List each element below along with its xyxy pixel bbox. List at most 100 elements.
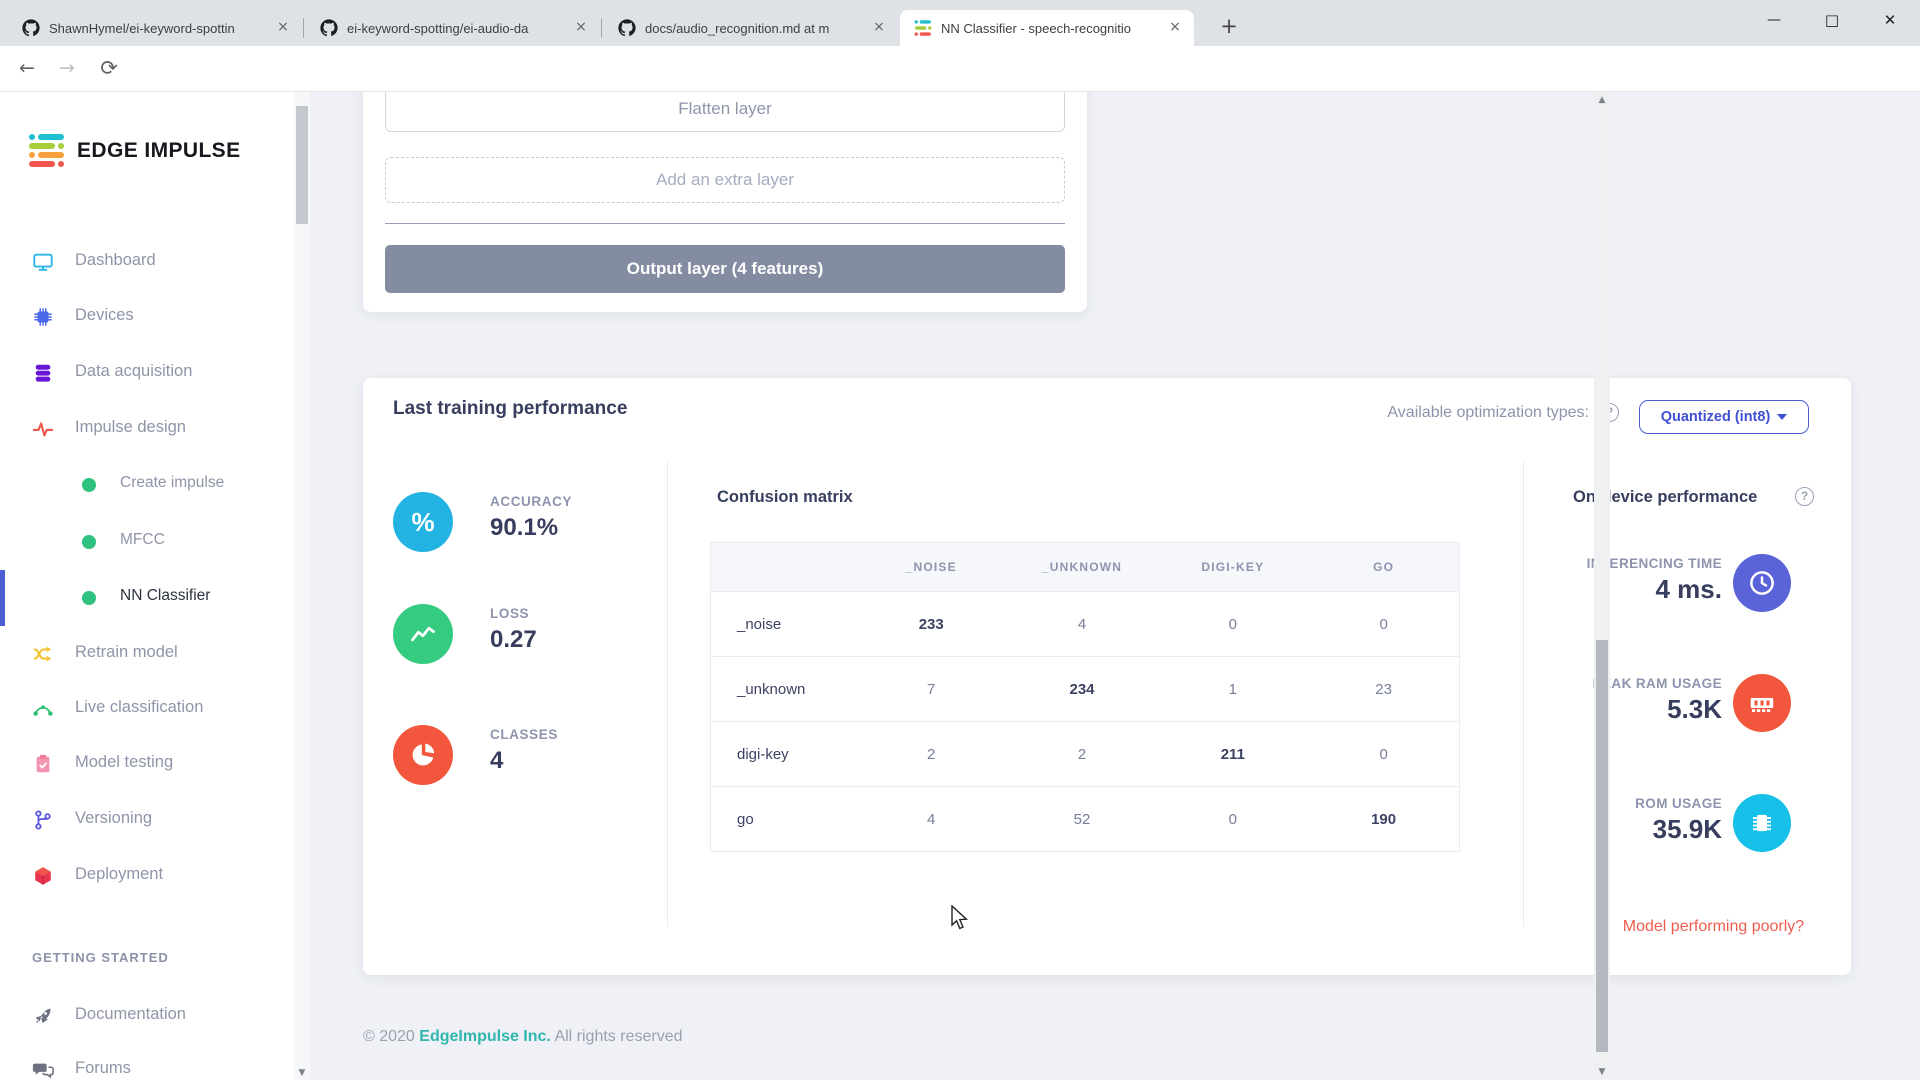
- company-link[interactable]: EdgeImpulse Inc.: [419, 1028, 551, 1045]
- sidebar-item-forums[interactable]: Forums: [0, 1050, 290, 1080]
- percent-icon: %: [393, 492, 453, 552]
- page-scrollbar[interactable]: ▲ ▼: [1594, 92, 1610, 1080]
- tab-close-icon[interactable]: ×: [572, 19, 590, 37]
- window-minimize-button[interactable]: —: [1746, 0, 1802, 40]
- matrix-cell: 1: [1157, 657, 1308, 721]
- scroll-up-arrow-icon[interactable]: ▲: [1594, 95, 1610, 105]
- status-dot-icon: [82, 478, 96, 492]
- tab-github-2[interactable]: ei-keyword-spotting/ei-audio-da ×: [306, 10, 600, 46]
- sidebar-item-label: Devices: [75, 306, 134, 325]
- status-dot-icon: [82, 535, 96, 549]
- confusion-matrix-title: Confusion matrix: [717, 488, 853, 507]
- table-row: _noise 233 4 0 0: [711, 591, 1459, 656]
- new-tab-button[interactable]: +: [1214, 12, 1244, 42]
- scroll-down-arrow-icon[interactable]: ▼: [1594, 1067, 1610, 1077]
- sidebar-item-deployment[interactable]: Deployment: [0, 856, 290, 896]
- stat-label: PEAK RAM USAGE: [1593, 676, 1722, 691]
- optimization-dropdown[interactable]: Quantized (int8): [1639, 400, 1809, 434]
- tab-separator: [303, 18, 304, 38]
- optimization-value: Quantized (int8): [1661, 409, 1771, 425]
- sidebar-scrollbar-thumb[interactable]: [296, 106, 308, 224]
- logo-wordmark: EDGE IMPULSE: [77, 139, 241, 163]
- tab-separator: [601, 18, 602, 38]
- column-divider: [1523, 462, 1524, 927]
- sidebar: EDGE IMPULSE Dashboard Devices Data acqu…: [0, 92, 310, 1080]
- sidebar-item-devices[interactable]: Devices: [0, 297, 290, 337]
- sidebar-item-versioning[interactable]: Versioning: [0, 800, 290, 840]
- reload-icon[interactable]: ⟳: [92, 52, 126, 86]
- sidebar-item-retrain-model[interactable]: Retrain model: [0, 634, 290, 674]
- page-scrollbar-thumb[interactable]: [1596, 640, 1608, 1052]
- output-layer-block[interactable]: Output layer (4 features): [385, 245, 1065, 293]
- header-cell: _NOISE: [856, 543, 1007, 591]
- sidebar-item-label: Live classification: [75, 698, 203, 717]
- metric-label: ACCURACY: [490, 494, 572, 509]
- sidebar-item-impulse-design[interactable]: Impulse design: [0, 409, 290, 449]
- line-chart-icon: [393, 604, 453, 664]
- layers-divider: [385, 223, 1065, 224]
- column-divider: [667, 462, 668, 927]
- forward-icon[interactable]: →: [50, 52, 84, 86]
- row-label: digi-key: [711, 722, 856, 786]
- sidebar-item-dashboard[interactable]: Dashboard: [0, 242, 290, 282]
- matrix-cell: 23: [1308, 657, 1459, 721]
- sidebar-section-getting-started: GETTING STARTED: [32, 950, 169, 965]
- sidebar-item-create-impulse[interactable]: Create impulse: [0, 465, 290, 505]
- sidebar-item-model-testing[interactable]: Model testing: [0, 744, 290, 784]
- window-maximize-button[interactable]: □: [1804, 0, 1860, 40]
- browser-toolbar: ← → ⟳ studio.edgeimpulse.com/studio/9520…: [0, 46, 1920, 92]
- copyright-text: © 2020: [363, 1028, 415, 1045]
- back-icon[interactable]: ←: [10, 52, 44, 86]
- tab-bar: ShawnHymel/ei-keyword-spottin × ei-keywo…: [0, 0, 1920, 46]
- scroll-down-arrow-icon[interactable]: ▼: [294, 1068, 310, 1078]
- sidebar-item-label: Versioning: [75, 809, 152, 828]
- sidebar-item-live-classification[interactable]: Live classification: [0, 689, 290, 729]
- window-close-button[interactable]: ✕: [1862, 0, 1918, 40]
- stat-peak-ram: PEAK RAM USAGE 5.3K: [1573, 674, 1821, 734]
- metric-loss: LOSS 0.27: [393, 604, 663, 666]
- bezier-nodes-icon: [32, 698, 54, 720]
- metric-value: 4: [490, 747, 503, 775]
- tab-close-icon[interactable]: ×: [1166, 19, 1184, 37]
- chip-icon: [32, 306, 54, 328]
- rights-text: All rights reserved: [554, 1028, 682, 1045]
- tab-active-nn-classifier[interactable]: NN Classifier - speech-recognitio ×: [900, 10, 1194, 46]
- cube-icon: [32, 865, 54, 887]
- monitor-icon: [32, 251, 54, 273]
- status-dot-icon: [82, 591, 96, 605]
- sidebar-item-mfcc[interactable]: MFCC: [0, 522, 290, 562]
- edge-impulse-favicon: [914, 19, 932, 37]
- edge-impulse-logo[interactable]: EDGE IMPULSE: [29, 134, 241, 167]
- rocket-icon: [32, 1005, 54, 1027]
- sidebar-scrollbar[interactable]: ▼: [294, 92, 310, 1080]
- row-label: _unknown: [711, 657, 856, 721]
- add-extra-layer-button[interactable]: Add an extra layer: [385, 157, 1065, 203]
- optimization-types-label: Available optimization types:: [1387, 404, 1589, 422]
- edge-impulse-logo-icon: [29, 134, 65, 167]
- table-row: go 4 52 0 190: [711, 786, 1459, 851]
- matrix-cell: 0: [1157, 592, 1308, 656]
- help-icon[interactable]: ?: [1795, 487, 1814, 506]
- table-row: _unknown 7 234 1 23: [711, 656, 1459, 721]
- sidebar-item-documentation[interactable]: Documentation: [0, 996, 290, 1036]
- sidebar-item-label: Deployment: [75, 865, 163, 884]
- matrix-cell: 2: [856, 722, 1007, 786]
- tab-close-icon[interactable]: ×: [870, 19, 888, 37]
- matrix-cell: 211: [1157, 722, 1308, 786]
- metric-label: LOSS: [490, 606, 529, 621]
- tab-close-icon[interactable]: ×: [274, 19, 292, 37]
- tab-title: ShawnHymel/ei-keyword-spottin: [49, 21, 274, 36]
- database-icon: [32, 362, 54, 384]
- sidebar-item-label: Forums: [75, 1059, 131, 1078]
- header-cell: GO: [1308, 543, 1459, 591]
- tab-github-1[interactable]: ShawnHymel/ei-keyword-spottin ×: [8, 10, 302, 46]
- sidebar-item-nn-classifier[interactable]: NN Classifier: [0, 578, 290, 618]
- metric-value: 90.1%: [490, 514, 558, 542]
- tab-github-3[interactable]: docs/audio_recognition.md at m ×: [604, 10, 898, 46]
- stat-label: ROM USAGE: [1635, 796, 1722, 811]
- flatten-layer-block[interactable]: Flatten layer: [385, 92, 1065, 132]
- github-icon: [22, 19, 40, 37]
- matrix-cell: 2: [1007, 722, 1158, 786]
- model-performing-poorly-link[interactable]: Model performing poorly?: [1606, 918, 1821, 936]
- sidebar-item-data-acquisition[interactable]: Data acquisition: [0, 353, 290, 393]
